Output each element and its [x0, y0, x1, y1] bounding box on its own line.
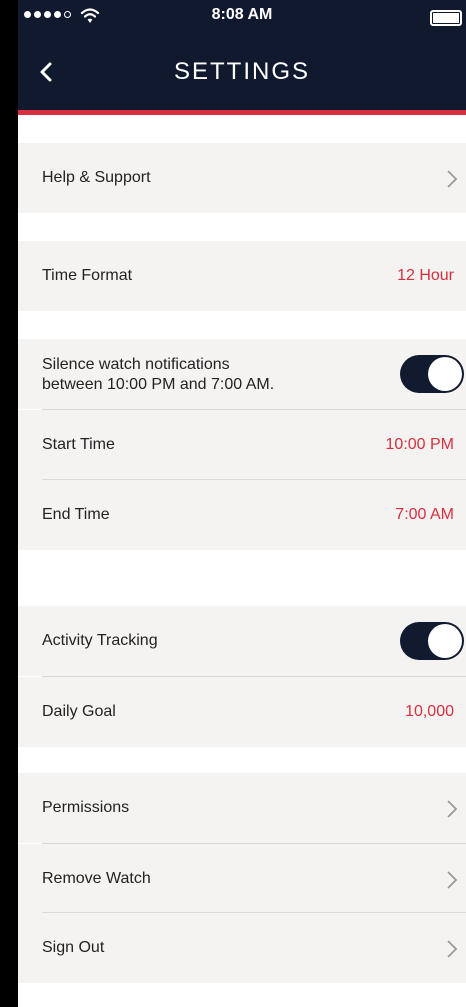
activity-tracking-row: Activity Tracking — [18, 606, 466, 676]
page-title: SETTINGS — [173, 58, 310, 85]
end-time-value: 7:00 AM — [395, 506, 454, 523]
activity-tracking-toggle[interactable] — [400, 622, 464, 660]
time-format-value: 12 Hour — [397, 267, 454, 284]
toggle-knob — [428, 357, 462, 391]
chevron-right-icon — [447, 170, 458, 188]
end-time-row[interactable]: End Time 7:00 AM — [18, 480, 466, 550]
silence-label-line2: between 10:00 PM and 7:00 AM. — [42, 376, 275, 393]
daily-goal-value: 10,000 — [405, 703, 454, 720]
status-time: 8:08 AM — [211, 6, 273, 23]
time-format-label: Time Format — [42, 267, 133, 284]
start-time-row[interactable]: Start Time 10:00 PM — [18, 410, 466, 480]
chevron-right-icon — [447, 871, 458, 889]
start-time-value: 10:00 PM — [385, 436, 454, 453]
remove-watch-row[interactable]: Remove Watch — [18, 844, 466, 914]
sign-out-label: Sign Out — [42, 939, 105, 956]
daily-goal-label: Daily Goal — [42, 703, 116, 720]
permissions-label: Permissions — [42, 799, 130, 816]
activity-tracking-label: Activity Tracking — [42, 632, 158, 649]
silence-notifications-toggle[interactable] — [400, 355, 464, 393]
header-accent-line — [18, 110, 466, 115]
silence-notifications-label: Silence watch notifications between 10:0… — [42, 355, 274, 395]
remove-watch-label: Remove Watch — [42, 870, 151, 887]
battery-icon — [430, 10, 462, 26]
daily-goal-row[interactable]: Daily Goal 10,000 — [18, 677, 466, 747]
silence-label-line1: Silence watch notifications — [42, 356, 230, 373]
start-time-label: Start Time — [42, 436, 115, 453]
status-bar: 8:08 AM — [18, 0, 466, 40]
chevron-right-icon — [447, 800, 458, 818]
permissions-row[interactable]: Permissions — [18, 773, 466, 843]
chevron-right-icon — [447, 940, 458, 958]
toggle-knob — [428, 624, 462, 658]
help-support-row[interactable]: Help & Support — [18, 143, 466, 213]
time-format-row[interactable]: Time Format 12 Hour — [18, 241, 466, 311]
nav-bar: SETTINGS — [18, 40, 466, 110]
app-screen: 8:08 AM SETTINGS Help & Support Time For… — [18, 0, 466, 1007]
sign-out-row[interactable]: Sign Out — [18, 913, 466, 983]
end-time-label: End Time — [42, 506, 110, 523]
help-support-label: Help & Support — [42, 169, 151, 186]
silence-notifications-row: Silence watch notifications between 10:0… — [18, 339, 466, 409]
